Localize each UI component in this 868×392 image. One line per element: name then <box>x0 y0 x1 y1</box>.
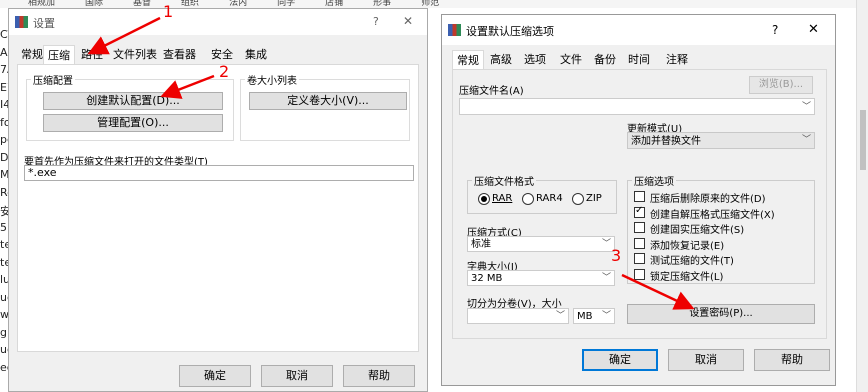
annotation-number-2: 2 <box>219 62 230 81</box>
annotation-number-1: 1 <box>163 2 174 21</box>
annotation-arrows <box>87 16 695 310</box>
arrow-2 <box>160 74 215 99</box>
arrow-1 <box>87 16 161 55</box>
arrow-3 <box>621 273 695 310</box>
annotation-number-3: 3 <box>611 246 622 265</box>
